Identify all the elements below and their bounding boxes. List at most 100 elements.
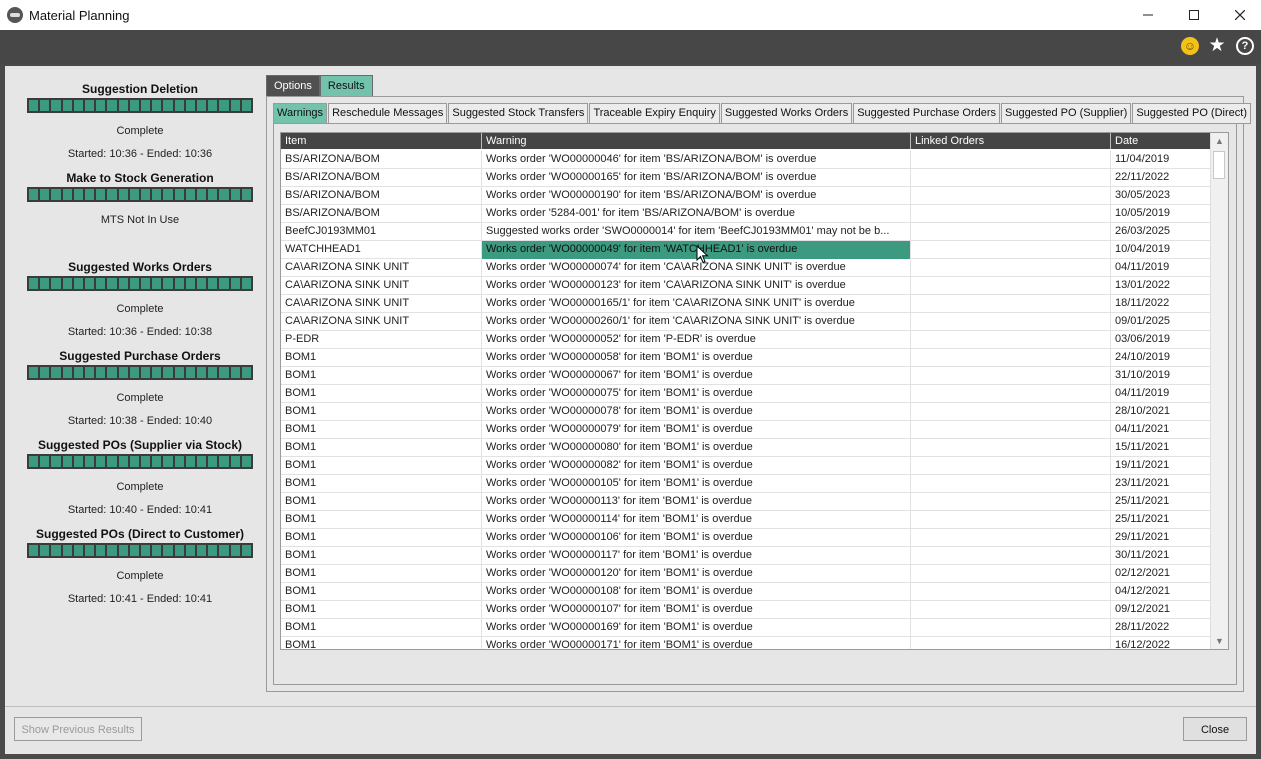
grid-header: Item Warning Linked Orders Date [281, 133, 1210, 149]
tab-warnings[interactable]: Warnings [273, 103, 328, 124]
scroll-down-icon[interactable]: ▼ [1211, 633, 1228, 649]
scroll-up-icon[interactable]: ▲ [1211, 133, 1228, 149]
vertical-scrollbar[interactable]: ▲ ▼ [1210, 133, 1228, 649]
table-row[interactable]: BS/ARIZONA/BOM Works order '5284-001' for… [281, 205, 1210, 223]
footer: Show Previous Results Close [5, 706, 1256, 755]
table-row[interactable]: BOM1 Works order 'WO00000107' for item 'B… [281, 601, 1210, 619]
progress-segment [85, 456, 95, 467]
favourite-star-icon[interactable]: ★ [1208, 36, 1226, 55]
scroll-thumb[interactable] [1213, 151, 1225, 179]
table-row[interactable]: CA\ARIZONA SINK UNIT Works order 'WO00000… [281, 295, 1210, 313]
cell-item: BOM1 [285, 495, 317, 507]
table-row[interactable]: BOM1 Works order 'WO00000117' for item 'B… [281, 547, 1210, 565]
table-row[interactable]: BOM1 Works order 'WO00000078' for item 'B… [281, 403, 1210, 421]
cell-warning: Works order 'WO00000080' for item 'BOM1'… [481, 439, 910, 457]
table-row[interactable]: BOM1 Works order 'WO00000080' for item 'B… [281, 439, 1210, 457]
cell-item: BOM1 [285, 531, 317, 543]
table-row[interactable]: BOM1 Works order 'WO00000058' for item 'B… [281, 349, 1210, 367]
table-row[interactable]: BOM1 Works order 'WO00000075' for item 'B… [281, 385, 1210, 403]
table-row[interactable]: BS/ARIZONA/BOM Works order 'WO00000165' f… [281, 169, 1210, 187]
table-row[interactable]: BOM1 Works order 'WO00000082' for item 'B… [281, 457, 1210, 475]
close-button[interactable]: Close [1183, 717, 1247, 741]
tab-results[interactable]: Results [319, 75, 373, 97]
progress-section: Suggested Purchase Orders Complete Started… [27, 349, 253, 427]
progress-segment [129, 278, 140, 289]
progress-segment [219, 367, 229, 378]
cell-date: 22/11/2022 [1110, 169, 1210, 187]
table-row[interactable]: BOM1 Works order 'WO00000113' for item 'B… [281, 493, 1210, 511]
column-header-item[interactable]: Item [281, 133, 481, 149]
table-row[interactable]: CA\ARIZONA SINK UNIT Works order 'WO00000… [281, 313, 1210, 331]
cell-date: 31/10/2019 [1110, 367, 1210, 385]
table-row[interactable]: CA\ARIZONA SINK UNIT Works order 'WO00000… [281, 277, 1210, 295]
column-header-warning[interactable]: Warning [481, 133, 910, 149]
cell-linked-orders [910, 367, 1110, 385]
show-previous-results-button[interactable]: Show Previous Results [14, 717, 142, 741]
progress-segment [219, 189, 229, 200]
cell-item: BOM1 [285, 603, 317, 615]
cell-warning: Works order 'WO00000105' for item 'BOM1'… [481, 475, 910, 493]
progress-segment [141, 100, 151, 111]
section-time: Started: 10:36 - Ended: 10:38 [67, 326, 213, 338]
progress-segment [118, 367, 128, 378]
close-window-button[interactable] [1217, 0, 1261, 30]
minimize-button[interactable] [1125, 0, 1171, 30]
table-row[interactable]: BOM1 Works order 'WO00000120' for item 'B… [281, 565, 1210, 583]
table-row[interactable]: BOM1 Works order 'WO00000171' for item 'B… [281, 637, 1210, 649]
table-row[interactable]: BS/ARIZONA/BOM Works order 'WO00000046' f… [281, 151, 1210, 169]
section-status: MTS Not In Use [100, 214, 180, 226]
progress-segment [241, 545, 252, 556]
cell-linked-orders [910, 205, 1110, 223]
table-row[interactable]: BOM1 Works order 'WO00000114' for item 'B… [281, 511, 1210, 529]
table-row[interactable]: BOM1 Works order 'WO00000106' for item 'B… [281, 529, 1210, 547]
cell-date: 30/05/2023 [1110, 187, 1210, 205]
progress-segment [208, 278, 218, 289]
tab-suggested-stock-transfers[interactable]: Suggested Stock Transfers [448, 103, 589, 124]
smiley-icon[interactable]: ☺ [1181, 37, 1199, 55]
tab-suggested-works-orders[interactable]: Suggested Works Orders [720, 103, 853, 124]
tab-suggested-po-direct[interactable]: Suggested PO (Direct) [1132, 103, 1251, 124]
cell-warning: Works order 'WO00000082' for item 'BOM1'… [481, 457, 910, 475]
table-row[interactable]: BOM1 Works order 'WO00000079' for item 'B… [281, 421, 1210, 439]
tab-options[interactable]: Options [266, 75, 320, 97]
table-row[interactable]: CA\ARIZONA SINK UNIT Works order 'WO00000… [281, 259, 1210, 277]
column-header-date[interactable]: Date [1110, 133, 1210, 149]
cell-item: BOM1 [285, 351, 317, 363]
progress-segment [129, 545, 140, 556]
cell-warning: Works order 'WO00000169' for item 'BOM1'… [481, 619, 910, 637]
tab-suggested-purchase-orders[interactable]: Suggested Purchase Orders [853, 103, 1001, 124]
table-row[interactable]: BOM1 Works order 'WO00000105' for item 'B… [281, 475, 1210, 493]
cell-item: WATCHHEAD1 [285, 243, 361, 255]
table-row[interactable]: BOM1 Works order 'WO00000108' for item 'B… [281, 583, 1210, 601]
tab-reschedule-messages[interactable]: Reschedule Messages [328, 103, 448, 124]
table-row[interactable]: P-EDR Works order 'WO00000052' for item '… [281, 331, 1210, 349]
table-row[interactable]: BS/ARIZONA/BOM Works order 'WO00000190' f… [281, 187, 1210, 205]
cell-linked-orders [910, 403, 1110, 421]
progress-segment [208, 456, 218, 467]
progress-segment [174, 545, 184, 556]
tab-traceable-expiry-enquiry[interactable]: Traceable Expiry Enquiry [589, 103, 720, 124]
cell-linked-orders [910, 583, 1110, 601]
progress-segment [230, 100, 240, 111]
cell-linked-orders [910, 331, 1110, 349]
help-icon[interactable]: ? [1236, 37, 1254, 55]
progress-segment [208, 367, 218, 378]
progress-section: Make to Stock Generation MTS Not In Use [27, 171, 253, 237]
progress-segment [230, 456, 240, 467]
outer-tab-strip: Options Results [266, 75, 373, 97]
table-row[interactable]: BOM1 Works order 'WO00000169' for item 'B… [281, 619, 1210, 637]
maximize-button[interactable] [1171, 0, 1217, 30]
progress-segment [62, 456, 72, 467]
progress-segment [241, 278, 252, 289]
tab-suggested-po-supplier[interactable]: Suggested PO (Supplier) [1001, 103, 1132, 124]
progress-segment [107, 189, 117, 200]
column-header-linked-orders[interactable]: Linked Orders [910, 133, 1110, 149]
table-row[interactable]: BOM1 Works order 'WO00000067' for item 'B… [281, 367, 1210, 385]
cell-date: 04/12/2021 [1110, 583, 1210, 601]
progress-segment [152, 100, 162, 111]
cell-item: BOM1 [285, 513, 317, 525]
progress-segment [29, 456, 39, 467]
table-row[interactable]: WATCHHEAD1 Works order 'WO00000049' for i… [281, 241, 1210, 259]
table-row[interactable]: BeefCJ0193MM01 Suggested works order 'SWO… [281, 223, 1210, 241]
cell-date: 16/12/2022 [1110, 637, 1210, 649]
